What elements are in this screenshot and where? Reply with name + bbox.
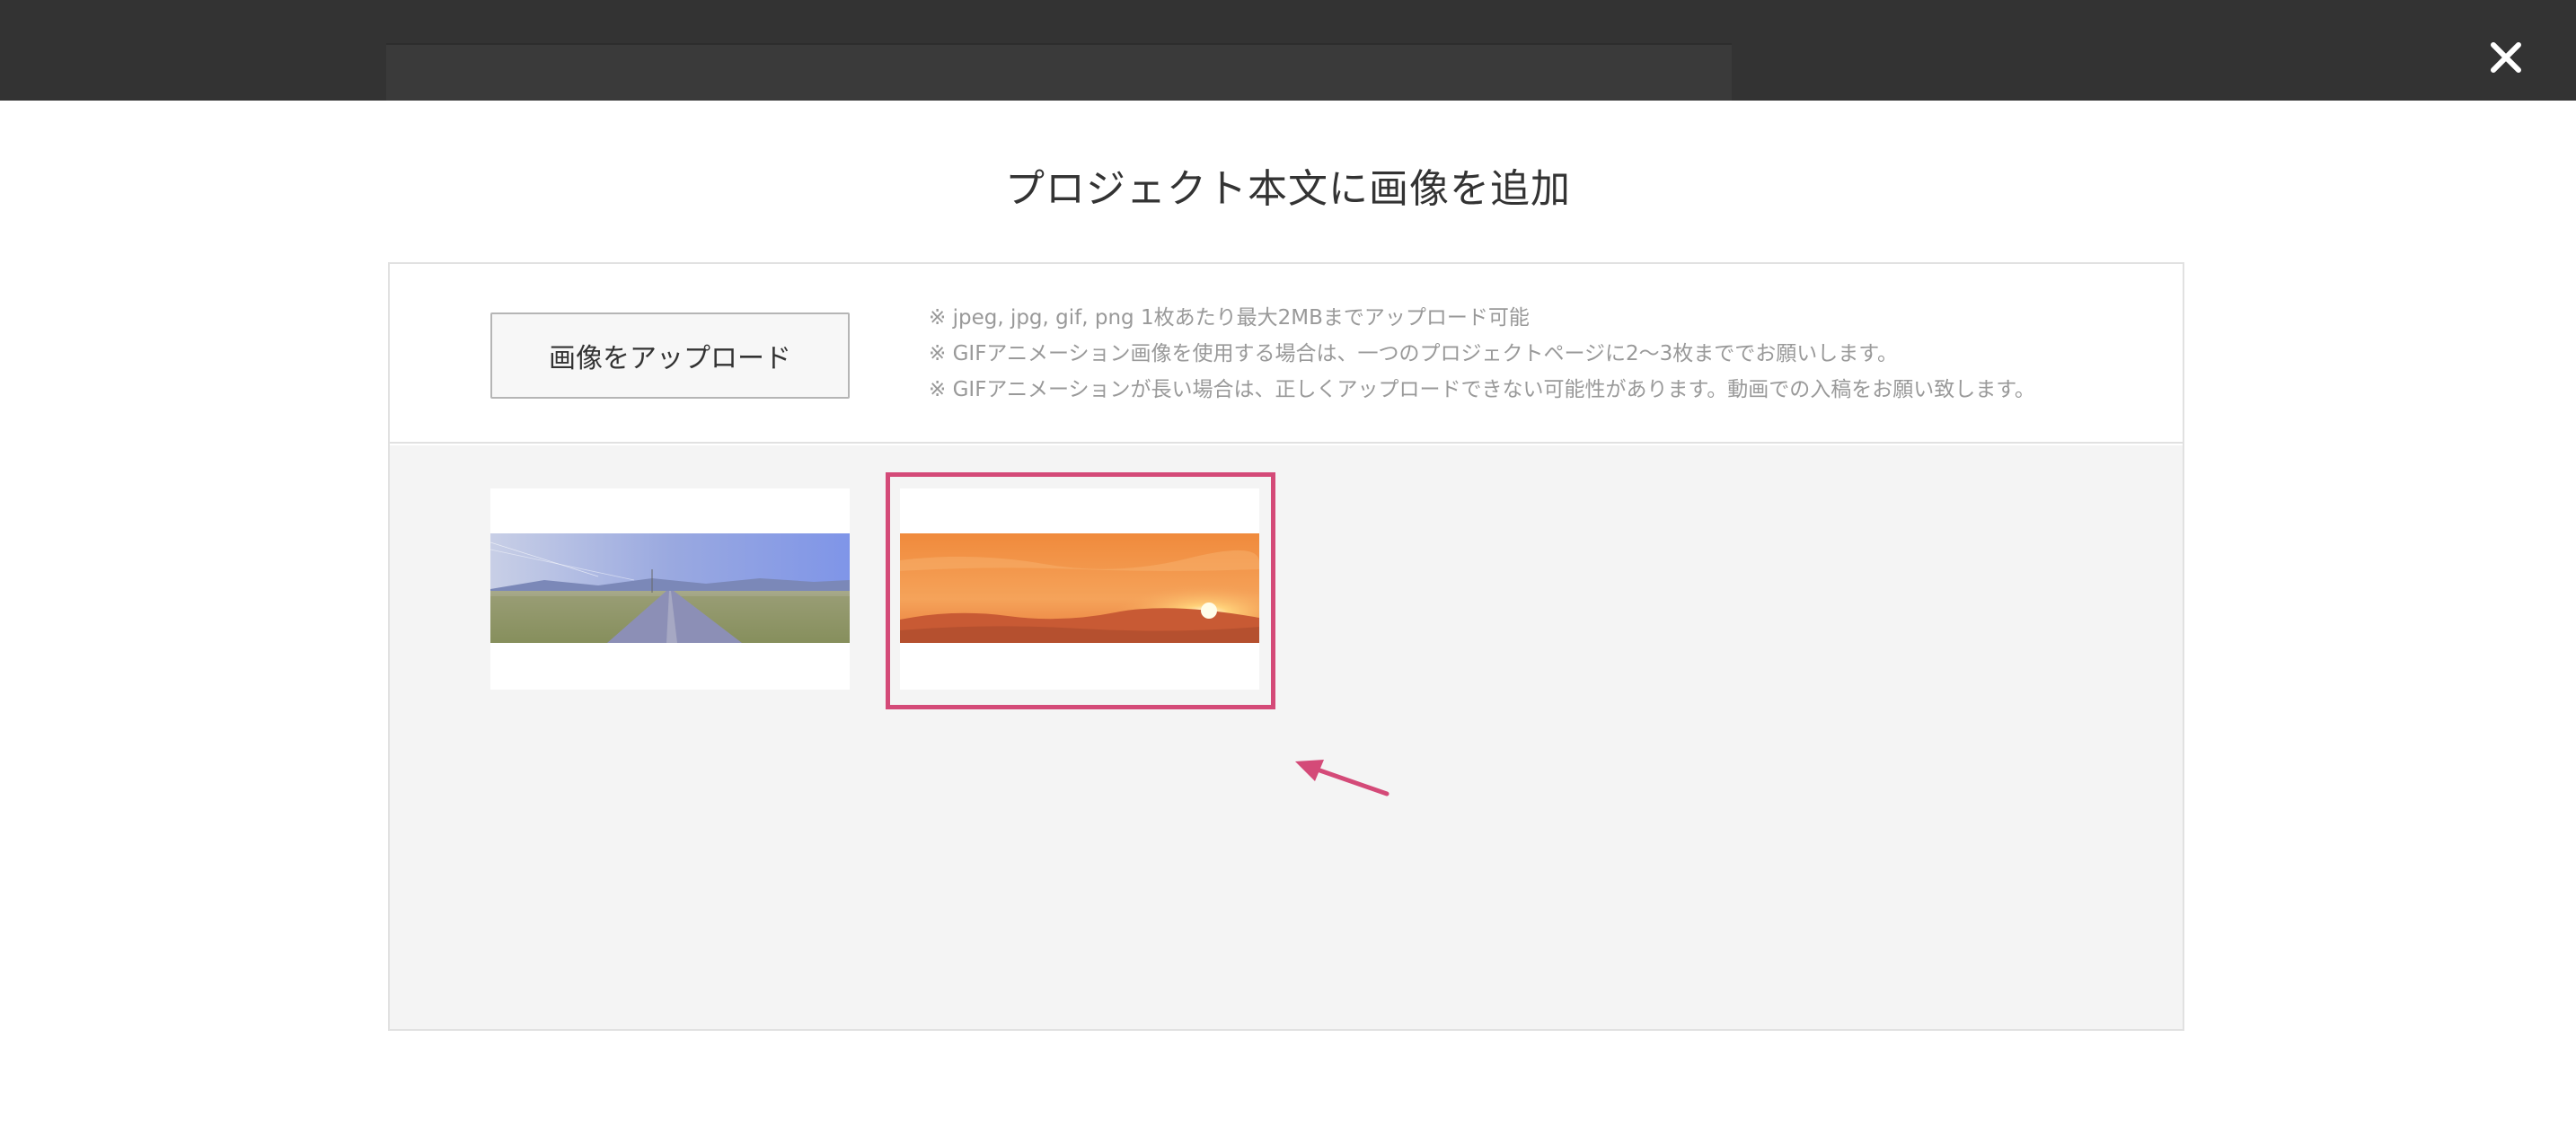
- upload-section: 画像をアップロード ※ jpeg, jpg, gif, png 1枚あたり最大2…: [390, 264, 2183, 444]
- road-landscape-image: [490, 533, 850, 643]
- upload-image-button[interactable]: 画像をアップロード: [490, 312, 850, 399]
- upload-note: ※ jpeg, jpg, gif, png 1枚あたり最大2MBまでアップロード…: [929, 306, 1530, 330]
- image-gallery: [390, 445, 2183, 1029]
- image-upload-modal: プロジェクト本文に画像を追加 画像をアップロード ※ jpeg, jpg, gi…: [0, 101, 2576, 1135]
- image-thumbnail-sunset[interactable]: [900, 488, 1259, 690]
- image-thumbnail-road[interactable]: [490, 488, 850, 690]
- sunset-image: [900, 533, 1259, 643]
- upload-notes: ※ jpeg, jpg, gif, png 1枚あたり最大2MBまでアップロード…: [929, 300, 2150, 408]
- upload-note: ※ GIFアニメーション画像を使用する場合は、一つのプロジェクトページに2〜3枚…: [929, 342, 1899, 365]
- upload-note: ※ GIFアニメーションが長い場合は、正しくアップロードできない可能性があります…: [929, 378, 2035, 401]
- upload-panel: 画像をアップロード ※ jpeg, jpg, gif, png 1枚あたり最大2…: [388, 262, 2184, 1031]
- pointer-arrow-icon: [1295, 760, 1389, 796]
- modal-title: プロジェクト本文に画像を追加: [1005, 166, 1571, 212]
- background-page-overlay: [386, 43, 1732, 101]
- close-icon[interactable]: [2484, 36, 2527, 79]
- top-bar: [0, 0, 2576, 101]
